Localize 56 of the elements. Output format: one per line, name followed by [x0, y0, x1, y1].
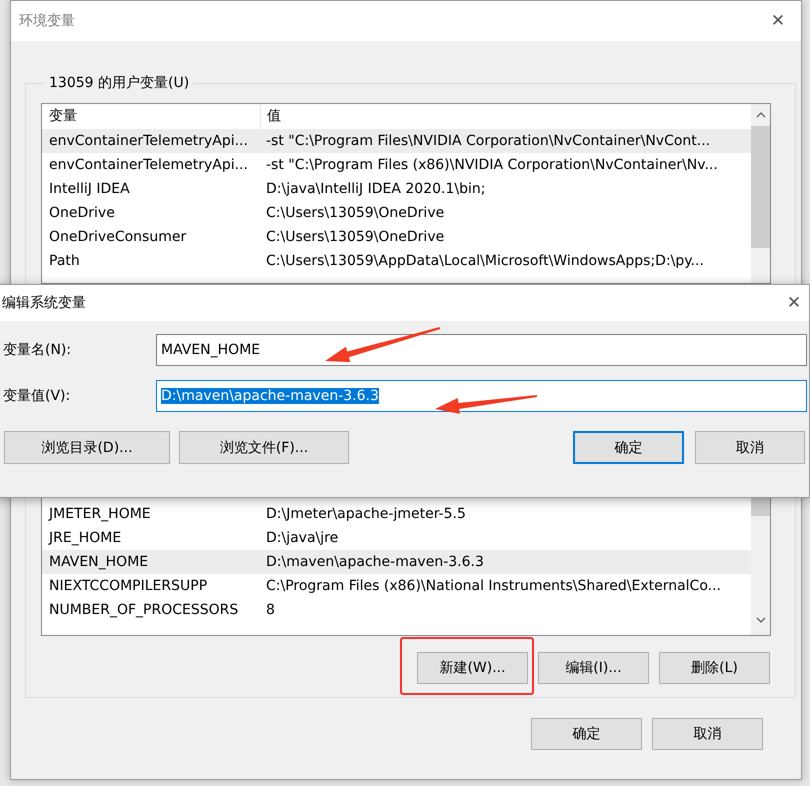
- action-button[interactable]: 编辑(I)...: [538, 652, 649, 684]
- variable-name: MAVEN_HOME: [48, 554, 150, 570]
- scroll-thumb[interactable]: [751, 126, 770, 248]
- action-button[interactable]: 删除(L): [659, 652, 770, 684]
- scroll-up-icon[interactable]: [756, 112, 766, 118]
- window-title: 编辑系统变量: [1, 294, 86, 312]
- variable-value: D:\maven\apache-maven-3.6.3: [265, 554, 484, 570]
- dialog-button[interactable]: 取消: [652, 718, 763, 750]
- input-field[interactable]: D:\maven\apache-maven-3.6.3: [156, 380, 807, 412]
- scroll-down-icon[interactable]: [756, 617, 766, 623]
- variable-value: D:\java\jre: [265, 530, 338, 546]
- variable-name: JRE_HOME: [47, 530, 122, 546]
- variable-name: JMETER_HOME: [47, 506, 152, 522]
- group-title: 13059 的用户变量(U): [48, 74, 190, 92]
- scrollbar[interactable]: [751, 104, 770, 283]
- list-row[interactable]: NUMBER_OF_PROCESSORS 8: [42, 598, 751, 622]
- action-button[interactable]: 新建(W)...: [417, 652, 528, 684]
- variable-name: NUMBER_OF_PROCESSORS: [48, 602, 240, 618]
- window-title: 环境变量: [18, 12, 75, 30]
- variable-name: envContainerTelemetryApi...: [48, 157, 249, 173]
- variable-value: -st "C:\Program Files\NVIDIA Corporation\NvContainer\NvCont...: [265, 133, 710, 149]
- list-row[interactable]: envContainerTelemetryApi... -st "C:\Program Files (x86)\NVIDIA Corporation\NvContainer\Nv...: [42, 153, 751, 177]
- variable-name: Path: [48, 253, 81, 269]
- list-row[interactable]: JRE_HOME D:\java\jre: [42, 526, 751, 550]
- variable-value: C:\Users\13059\OneDrive: [265, 205, 444, 221]
- list-row[interactable]: IntelliJ IDEA D:\java\IntelliJ IDEA 2020.1\bin;: [42, 177, 751, 201]
- dialog-button[interactable]: 确定: [573, 431, 684, 464]
- list-row[interactable]: Path C:\Users\13059\AppData\Local\Microsoft\WindowsApps;D:\py...: [42, 249, 751, 273]
- field-label: 变量值(V):: [3, 387, 72, 405]
- list-row[interactable]: OneDriveConsumer C:\Users\13059\OneDrive: [42, 225, 751, 249]
- variable-value: C:\Program Files (x86)\National Instruments\Shared\ExternalCo...: [265, 578, 721, 594]
- variable-value: C:\Users\13059\AppData\Local\Microsoft\WindowsApps;D:\py...: [265, 253, 704, 269]
- variable-name: envContainerTelemetryApi...: [48, 133, 249, 149]
- list-row[interactable]: envContainerTelemetryApi... -st "C:\Program Files\NVIDIA Corporation\NvContainer\NvCont...: [42, 129, 751, 153]
- close-button[interactable]: ✕: [755, 1, 801, 41]
- variable-value: 8: [265, 602, 275, 618]
- variable-name: OneDriveConsumer: [48, 229, 188, 245]
- variable-value: -st "C:\Program Files (x86)\NVIDIA Corporation\NvContainer\Nv...: [265, 157, 718, 173]
- variable-value: D:\java\IntelliJ IDEA 2020.1\bin;: [265, 181, 486, 197]
- dialog-button[interactable]: 浏览目录(D)...: [4, 431, 170, 464]
- column-header[interactable]: 变量: [42, 104, 260, 129]
- dialog-button[interactable]: 取消: [695, 431, 805, 464]
- variable-name: NIEXTCCOMPILERSUPP: [48, 578, 208, 594]
- dialog-button[interactable]: 浏览文件(F)...: [179, 431, 349, 464]
- variable-value: D:\Jmeter\apache-jmeter-5.5: [265, 506, 466, 522]
- list-row[interactable]: MAVEN_HOME D:\maven\apache-maven-3.6.3: [42, 550, 751, 574]
- list-row[interactable]: JMETER_HOME D:\Jmeter\apache-jmeter-5.5: [42, 502, 751, 526]
- dialog-button[interactable]: 确定: [531, 718, 642, 750]
- field-label: 变量名(N):: [3, 341, 72, 359]
- variable-name: IntelliJ IDEA: [48, 181, 131, 197]
- close-button[interactable]: ✕: [779, 285, 809, 321]
- input-field[interactable]: MAVEN_HOME: [156, 334, 807, 366]
- variable-name: OneDrive: [48, 205, 116, 221]
- list-row[interactable]: NIEXTCCOMPILERSUPP C:\Program Files (x86)\National Instruments\Shared\ExternalCo...: [42, 574, 751, 598]
- variable-value: C:\Users\13059\OneDrive: [265, 229, 444, 245]
- list-row[interactable]: OneDrive C:\Users\13059\OneDrive: [42, 201, 751, 225]
